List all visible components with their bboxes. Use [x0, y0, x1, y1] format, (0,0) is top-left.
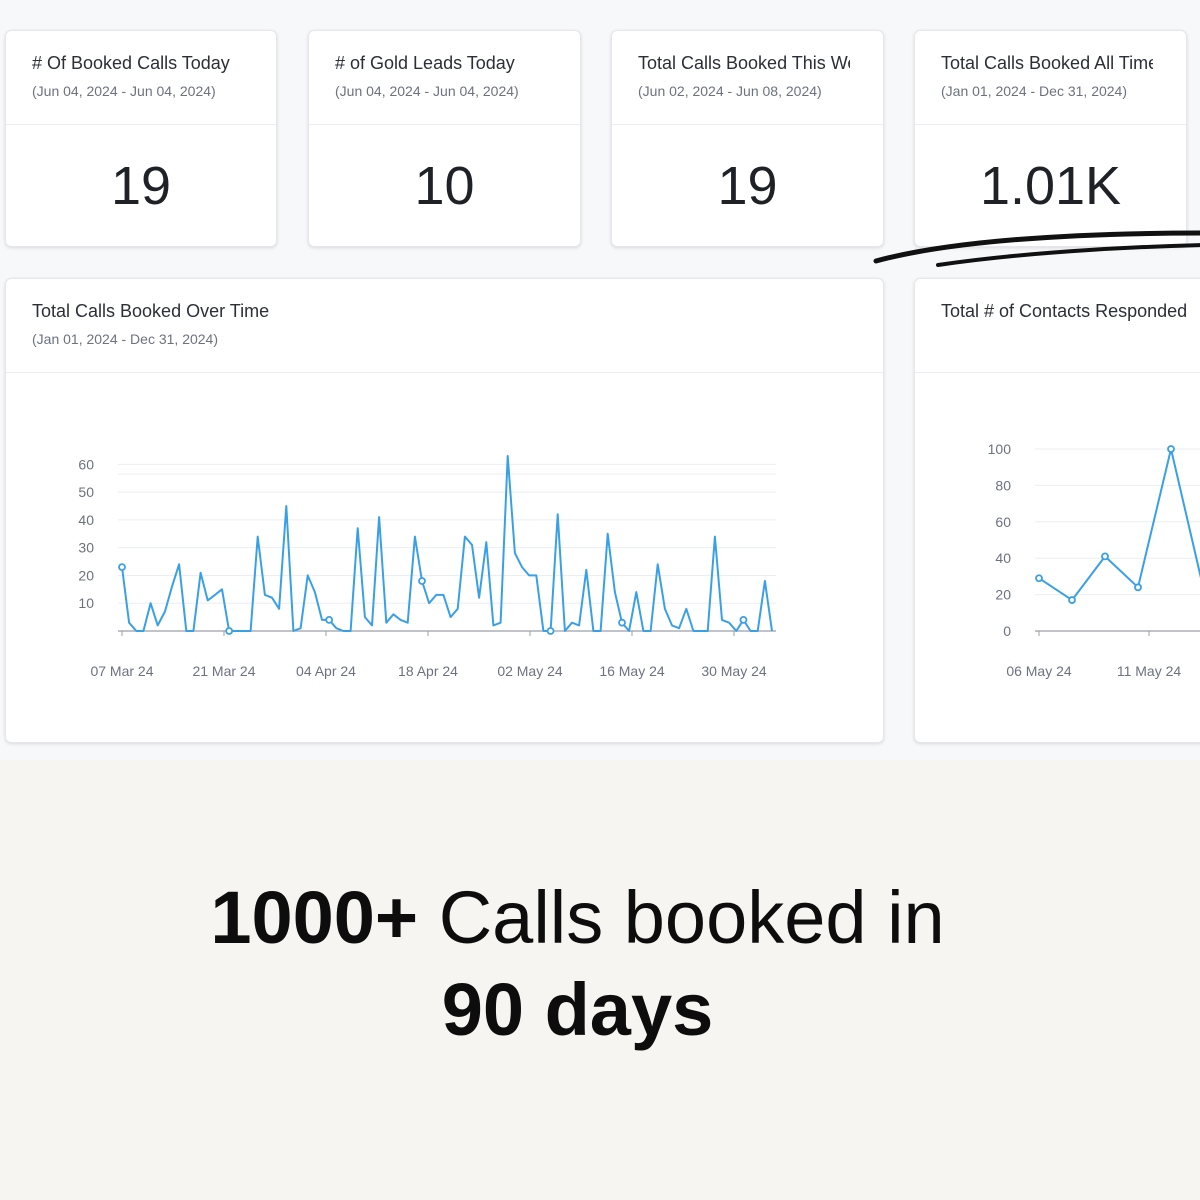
y-tick-label: 80 — [995, 477, 1011, 493]
data-point — [618, 618, 626, 627]
stat-card-header: Total Calls Booked This Week (Jun 02, 20… — [612, 31, 883, 125]
stat-card-date-range: (Jan 01, 2024 - Dec 31, 2024) — [941, 83, 1128, 99]
x-tick-label: 02 May 24 — [497, 663, 563, 679]
dashboard-screenshot: # Of Booked Calls Today (Jun 04, 2024 - … — [0, 0, 1200, 760]
chart-date-range: (Jan 01, 2024 - Dec 31, 2024) — [32, 331, 219, 347]
calls-over-time-chart: 10 20 30 40 50 60 07 Mar 24 21 Mar 24 04 Apr 24 1… — [78, 455, 776, 679]
series-line — [1038, 448, 1200, 602]
x-tick-label: 07 Mar 24 — [90, 663, 153, 679]
data-point — [1068, 596, 1076, 604]
x-tick-label: 11 May 24 — [1117, 663, 1182, 679]
stat-card-header: Total Calls Booked All Time (Jan 01, 202… — [915, 31, 1186, 125]
y-tick-label: 60 — [995, 514, 1011, 530]
stat-card-value: 19 — [717, 155, 778, 216]
stat-card-title: Total Calls Booked This Week — [638, 53, 850, 73]
data-point — [546, 627, 555, 635]
stat-card-date-range: (Jun 04, 2024 - Jun 04, 2024) — [335, 83, 519, 99]
stat-card-value: 19 — [110, 155, 172, 216]
caption-bold-suffix: 90 days — [441, 968, 714, 1051]
y-tick-label: 100 — [988, 441, 1012, 457]
data-point — [1101, 552, 1109, 561]
y-tick-label: 20 — [995, 587, 1011, 603]
stat-card-gold-leads-today[interactable]: # of Gold Leads Today (Jun 04, 2024 - Ju… — [308, 30, 581, 247]
x-tick-label: 06 May 24 — [1006, 663, 1072, 679]
x-tick-label: 30 May 24 — [701, 663, 767, 679]
series-line — [121, 455, 773, 632]
data-point — [225, 627, 234, 635]
y-tick-label: 0 — [1003, 623, 1011, 639]
stat-card-calls-this-week[interactable]: Total Calls Booked This Week (Jun 02, 20… — [611, 30, 884, 247]
x-tick-label: 18 Apr 24 — [398, 663, 458, 679]
x-tick-label: 16 May 24 — [599, 663, 665, 679]
stat-card-date-range: (Jun 02, 2024 - Jun 08, 2024) — [638, 83, 822, 99]
y-tick-label: 20 — [78, 567, 94, 583]
stat-card-booked-calls-today[interactable]: # Of Booked Calls Today (Jun 04, 2024 - … — [5, 30, 277, 247]
stat-card-title: # of Gold Leads Today — [335, 53, 515, 73]
brush-stroke-decoration — [873, 230, 1200, 267]
contacts-responded-chart: 0 20 40 60 80 100 06 May 24 11 May 24 — [988, 441, 1200, 679]
stat-card-title: Total Calls Booked All Time — [941, 53, 1153, 73]
stat-card-value: 10 — [414, 155, 475, 216]
stat-card-date-range: (Jun 04, 2024 - Jun 04, 2024) — [32, 83, 216, 99]
chart-title: Total # of Contacts Responded — [941, 301, 1187, 321]
data-point — [1035, 574, 1043, 583]
caption-middle-text: Calls booked in — [438, 876, 945, 959]
data-point — [1167, 445, 1175, 453]
chart-card-calls-over-time[interactable]: Total Calls Booked Over Time (Jan 01, 20… — [5, 278, 884, 743]
data-point — [418, 577, 426, 585]
data-point — [118, 563, 126, 572]
data-point — [325, 615, 334, 624]
headline-caption: 1000+ Calls booked in 90 days — [0, 872, 1155, 1056]
chart-card-header: Total Calls Booked Over Time (Jan 01, 20… — [6, 279, 883, 373]
chart-card-contacts-responded[interactable]: Total # of Contacts Responded 0 20 40 60 80 1… — [914, 278, 1200, 743]
stat-card-title: # Of Booked Calls Today — [32, 53, 230, 73]
x-tick-label: 21 Mar 24 — [192, 663, 255, 679]
chart-card-header: Total # of Contacts Responded — [915, 279, 1200, 373]
stat-card-calls-all-time[interactable]: Total Calls Booked All Time (Jan 01, 202… — [914, 30, 1187, 247]
chart-title: Total Calls Booked Over Time — [32, 301, 270, 321]
data-point — [1134, 583, 1142, 592]
y-tick-label: 10 — [78, 595, 94, 611]
y-tick-label: 40 — [995, 550, 1011, 566]
y-tick-label: 50 — [78, 484, 94, 500]
stat-card-header: # of Gold Leads Today (Jun 04, 2024 - Ju… — [309, 31, 580, 125]
data-point — [739, 615, 748, 624]
stat-card-header: # Of Booked Calls Today (Jun 04, 2024 - … — [6, 31, 276, 125]
caption-bold-prefix: 1000+ — [210, 876, 419, 959]
y-tick-label: 60 — [78, 456, 94, 472]
y-tick-label: 30 — [78, 540, 94, 556]
x-tick-label: 04 Apr 24 — [296, 663, 356, 679]
y-tick-label: 40 — [78, 512, 94, 528]
